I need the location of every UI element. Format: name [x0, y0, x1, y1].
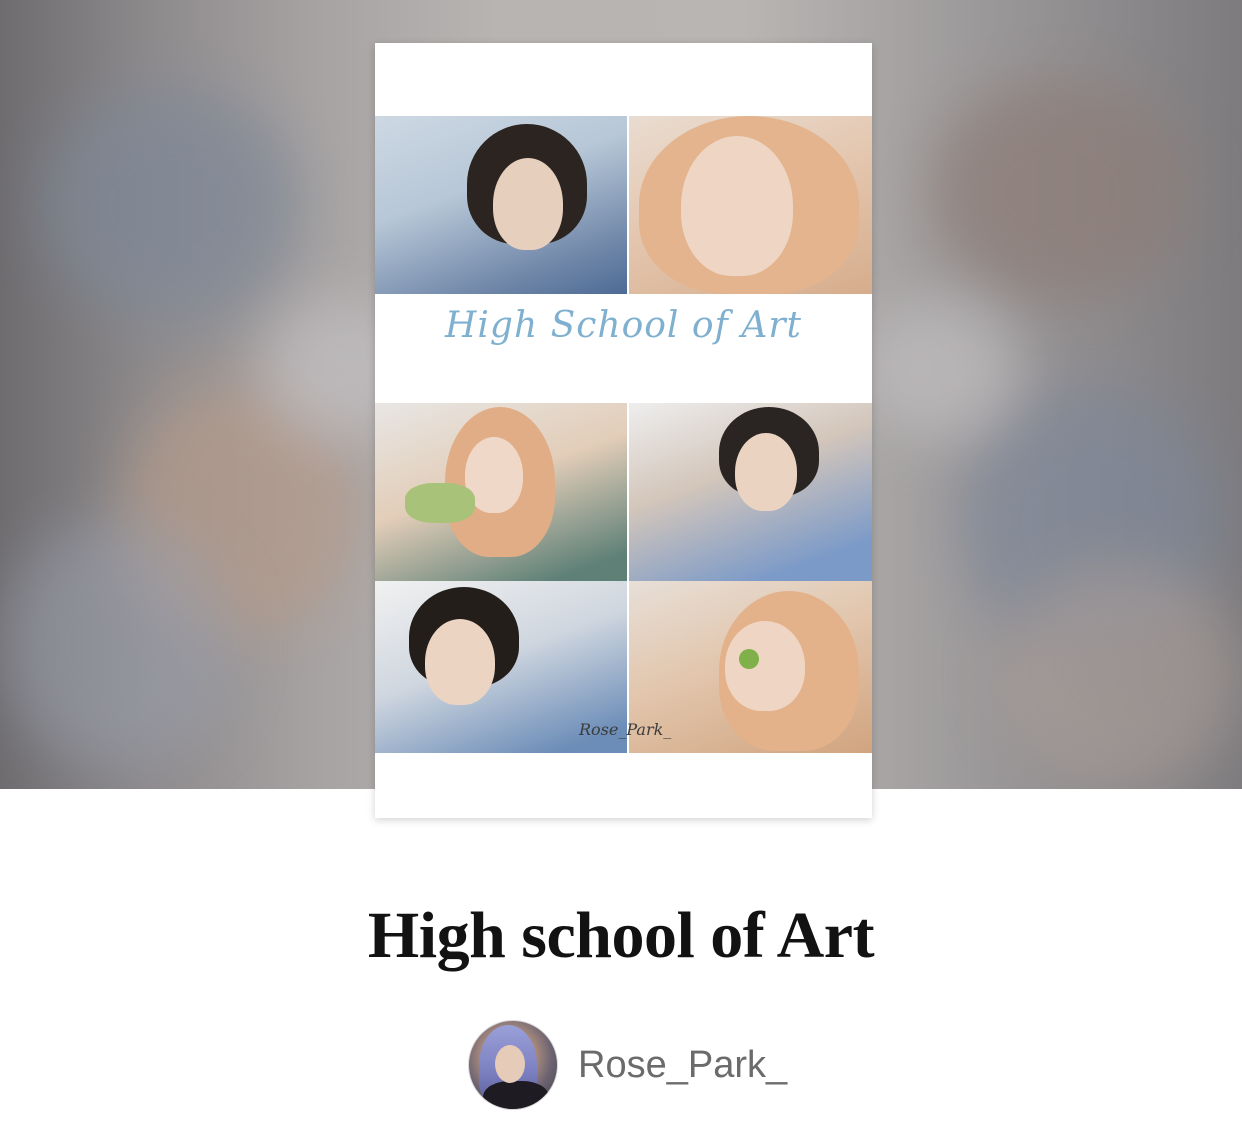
cover-credit-text: Rose_Park_ [579, 720, 672, 739]
cover-script-title: High School of Art [444, 305, 802, 346]
story-title: High school of Art [367, 899, 875, 972]
cover-photo-3 [375, 403, 627, 581]
author-link[interactable]: Rose_Park_ [468, 1020, 787, 1110]
author-username[interactable]: Rose_Park_ [578, 1044, 787, 1087]
story-cover-image[interactable]: High School of Art Rose_Park_ [375, 43, 872, 818]
cover-photo-1 [375, 116, 627, 294]
cover-photo-2 [629, 116, 872, 294]
author-avatar[interactable] [468, 1020, 558, 1110]
cover-photo-4 [629, 403, 872, 581]
